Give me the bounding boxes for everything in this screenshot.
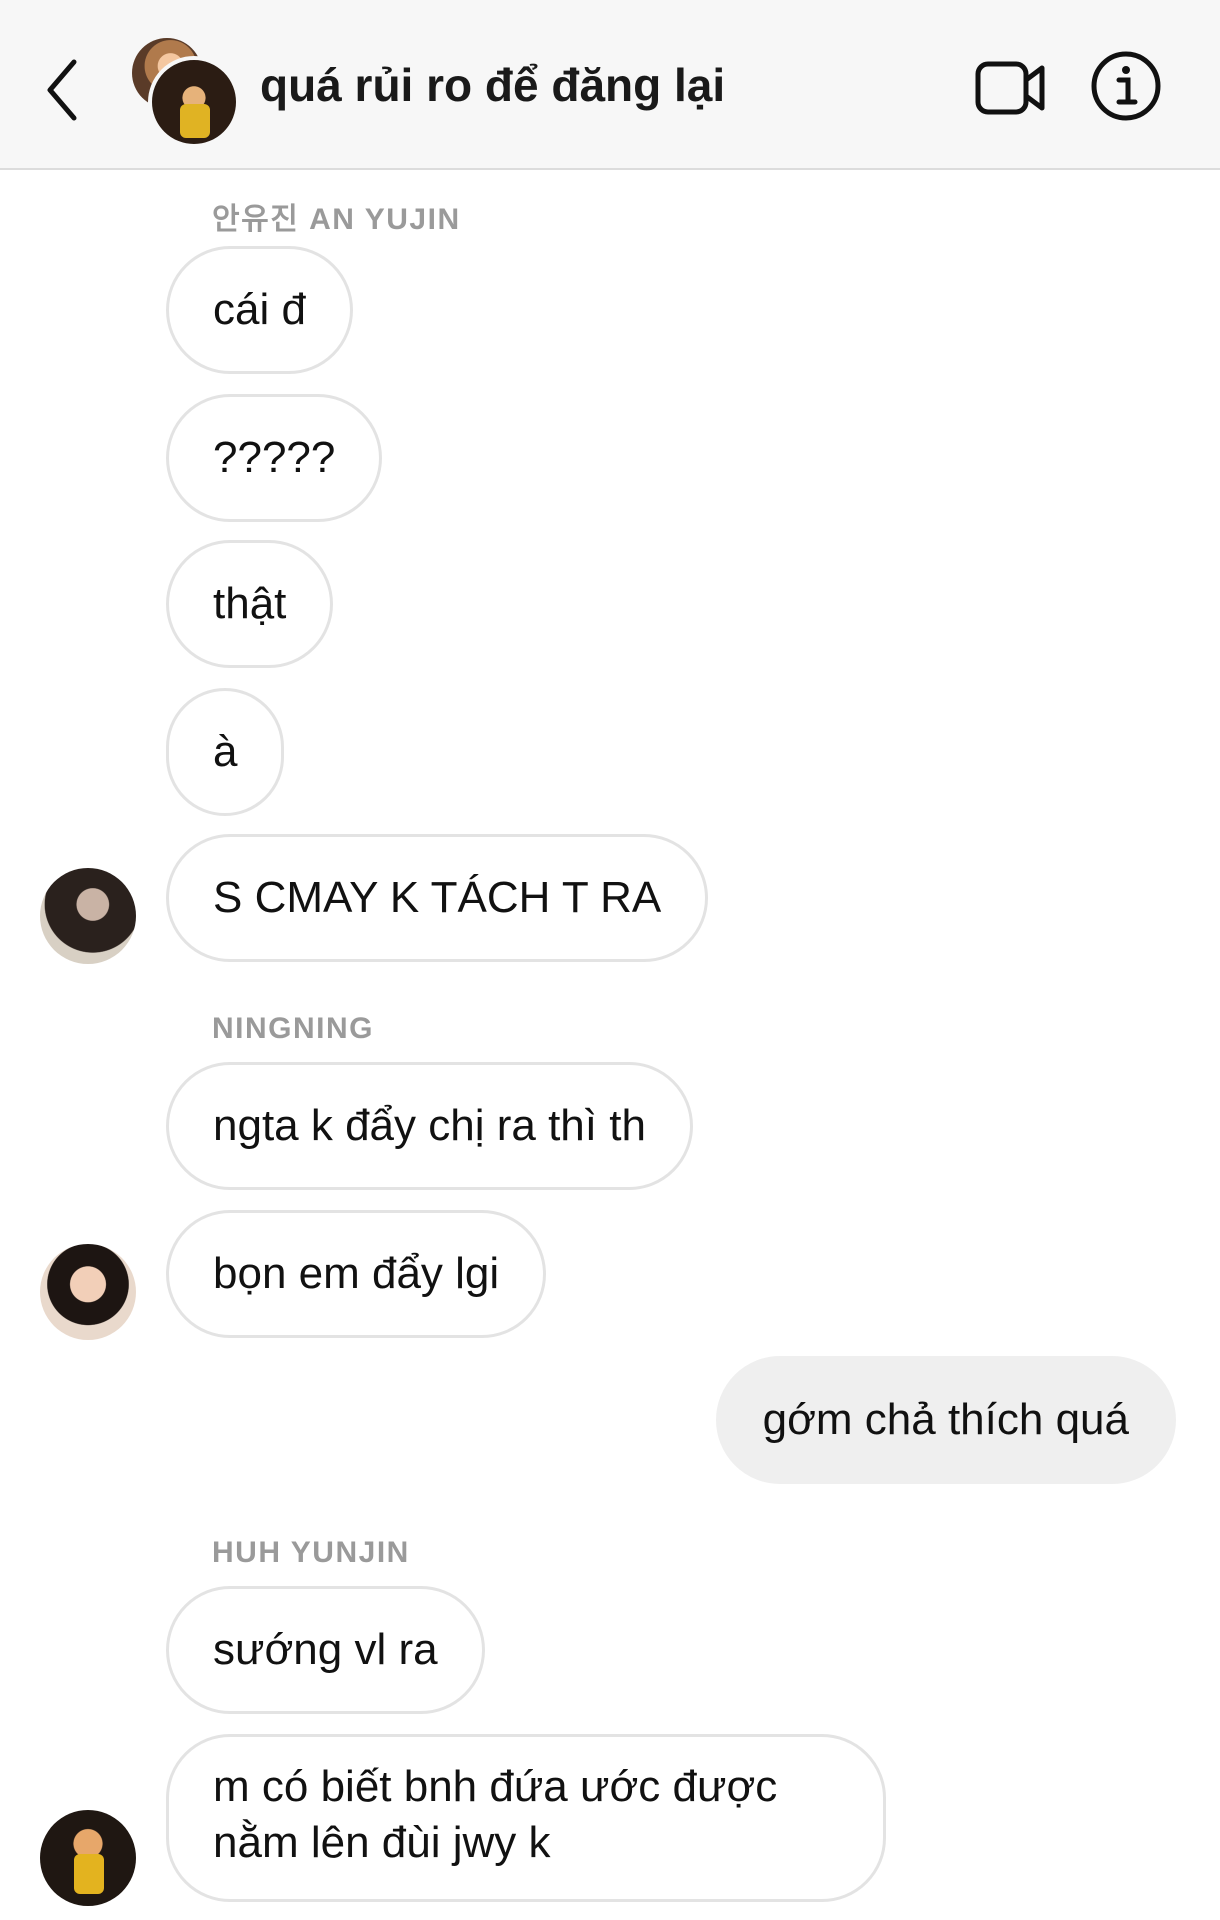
message-bubble[interactable]: sướng vl ra <box>166 1586 485 1714</box>
video-call-button[interactable] <box>974 58 1048 118</box>
own-message-bubble[interactable]: gớm chả thích quá <box>715 1356 1176 1484</box>
sender-name: 안유진 AN YUJIN <box>212 203 461 236</box>
message-bubble[interactable]: ngta k đẩy chị ra thì th <box>166 1062 693 1190</box>
avatar <box>148 56 240 148</box>
info-button[interactable] <box>1090 50 1162 122</box>
avatar[interactable] <box>40 868 136 964</box>
message-bubble[interactable]: bọn em đẩy lgi <box>166 1210 547 1338</box>
avatar[interactable] <box>40 1244 136 1340</box>
message-bubble[interactable]: S CMAY K TÁCH T RA <box>166 834 709 962</box>
message-bubble[interactable]: thật <box>166 540 334 668</box>
chat-header: quá rủi ro để đăng lại <box>0 0 1220 170</box>
info-icon <box>1091 51 1161 121</box>
message-bubble[interactable]: m có biết bnh đứa ước được nằm lên đùi j… <box>166 1734 886 1902</box>
message-bubble[interactable]: à <box>166 688 285 816</box>
video-camera-icon <box>975 61 1045 115</box>
chat-title[interactable]: quá rủi ro để đăng lại <box>260 58 725 112</box>
sender-name: NINGNING <box>212 1012 374 1045</box>
message-bubble[interactable]: ????? <box>166 394 383 522</box>
avatar[interactable] <box>40 1810 136 1906</box>
group-avatar[interactable] <box>130 36 240 148</box>
message-bubble[interactable]: cái đ <box>166 246 353 374</box>
back-button[interactable] <box>40 52 90 128</box>
chevron-left-icon <box>47 59 77 121</box>
sender-name: HUH YUNJIN <box>212 1536 410 1569</box>
